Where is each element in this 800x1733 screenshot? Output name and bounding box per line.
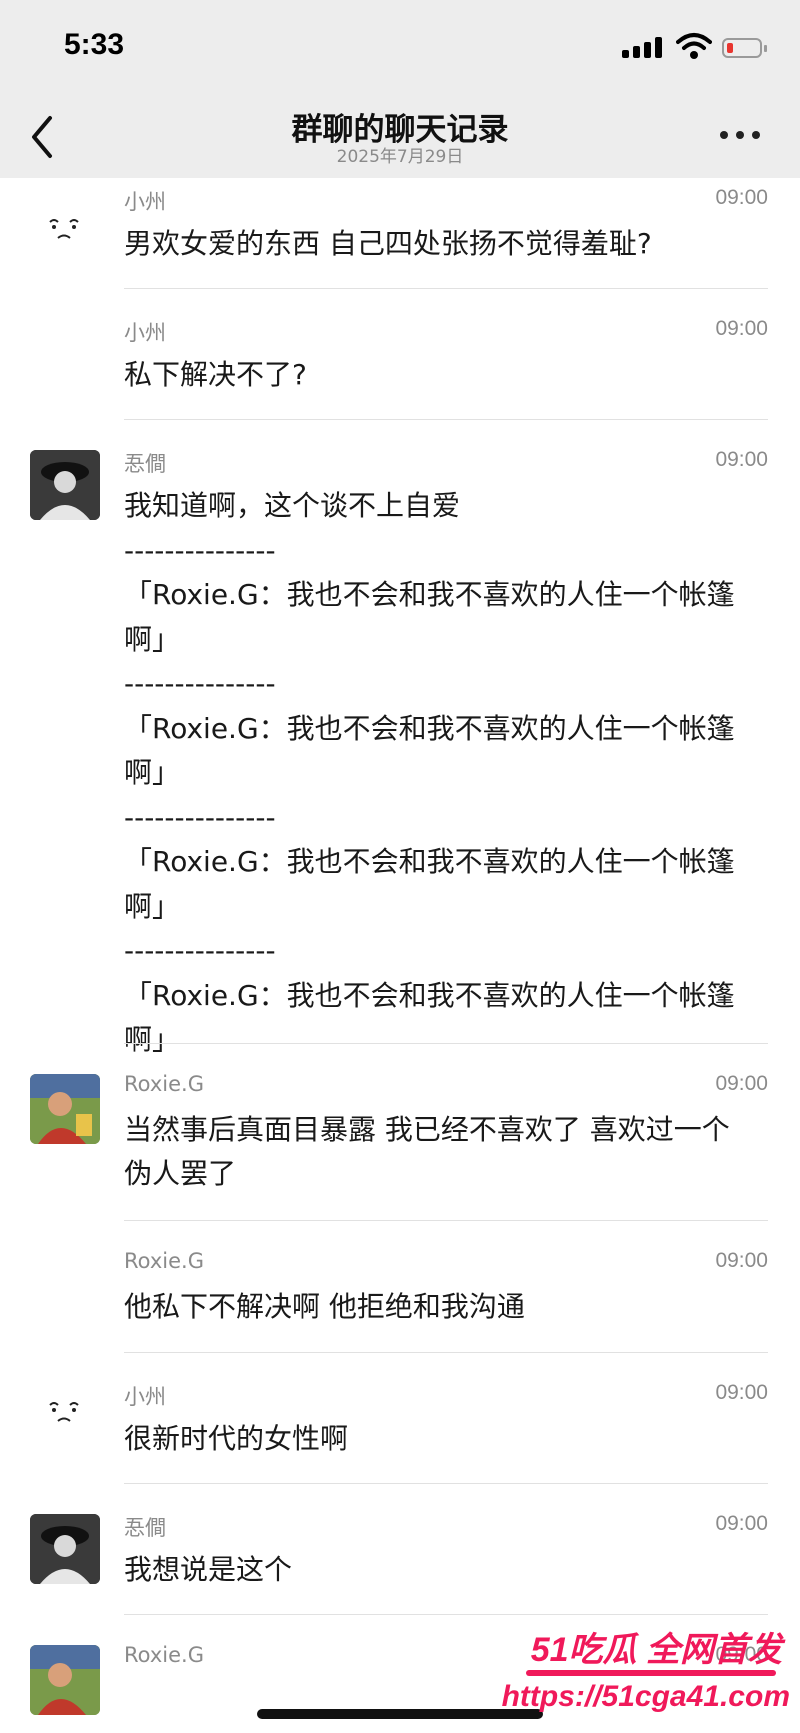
message-item: 忢僴 09:00 我知道啊，这个谈不上自爱 --------------- 「R… — [0, 420, 800, 1056]
message-time: 09:00 — [715, 1512, 768, 1535]
sender-name: 小州 — [124, 1385, 166, 1409]
message-text: 私下解决不了? — [124, 358, 307, 391]
sender-name: 小州 — [124, 321, 166, 345]
message-list[interactable]: 小州 09:00 男欢女爱的东西 自己四处张扬不觉得羞耻? 小州 09:00 私… — [0, 178, 800, 1733]
avatar[interactable] — [30, 450, 100, 520]
sender-name: Roxie.G — [124, 1072, 204, 1096]
message-text: 当然事后真面目暴露 我已经不喜欢了 喜欢过一个伪人罢了 — [124, 1113, 730, 1190]
message-time: 09:00 — [715, 317, 768, 340]
person-photo-icon — [30, 1645, 100, 1715]
face-emoji-icon — [49, 219, 79, 239]
avatar[interactable] — [30, 1383, 100, 1453]
watermark-brand: 51吃瓜 全网首发 — [530, 1631, 782, 1669]
top-bar: 5:33 群聊的聊天记录 2025年7月29日 — [0, 0, 800, 178]
more-dots-icon[interactable] — [720, 128, 764, 142]
message-time: 09:00 — [715, 1381, 768, 1404]
message-item: 小州 09:00 男欢女爱的东西 自己四处张扬不觉得羞耻? — [0, 178, 800, 289]
message-text: 我知道啊，这个谈不上自爱 --------------- 「Roxie.G：我也… — [124, 489, 735, 1056]
message-time: 09:00 — [715, 448, 768, 471]
status-icons — [622, 30, 768, 60]
signal-icon — [622, 36, 672, 58]
watermark-stripe — [526, 1670, 776, 1676]
status-time: 5:33 — [64, 28, 125, 61]
watermark-url: https://51cga41.com — [501, 1680, 790, 1713]
message-item: 小州 09:00 很新时代的女性啊 — [0, 1353, 800, 1484]
message-text: 我想说是这个 — [124, 1553, 293, 1586]
avatar[interactable] — [30, 1645, 100, 1715]
message-time: 09:00 — [715, 186, 768, 209]
message-text: 他私下不解决啊 他拒绝和我沟通 — [124, 1290, 525, 1323]
message-item: Roxie.G 09:00 当然事后真面目暴露 我已经不喜欢了 喜欢过一个伪人罢… — [0, 1044, 800, 1221]
battery-cap — [764, 45, 767, 52]
person-photo-icon — [30, 450, 100, 520]
avatar[interactable] — [30, 1514, 100, 1584]
avatar[interactable] — [30, 1074, 100, 1144]
avatar[interactable] — [30, 200, 100, 270]
page-subtitle-date: 2025年7月29日 — [336, 147, 464, 167]
message-text: 男欢女爱的东西 自己四处张扬不觉得羞耻? — [124, 227, 652, 260]
watermark: 51吃瓜 全网首发 https://51cga41.com — [494, 1618, 794, 1730]
sender-name: 忢僴 — [124, 452, 166, 476]
person-photo-icon — [30, 1074, 100, 1144]
message-item: Roxie.G 09:00 他私下不解决啊 他拒绝和我沟通 — [0, 1221, 800, 1353]
message-time: 09:00 — [715, 1072, 768, 1095]
message-text: 很新时代的女性啊 — [124, 1422, 349, 1455]
sender-name: 忢僴 — [124, 1516, 166, 1540]
sender-name: Roxie.G — [124, 1643, 204, 1667]
person-photo-icon — [30, 1514, 100, 1584]
message-item: 忢僴 09:00 我想说是这个 — [0, 1484, 800, 1615]
battery-icon — [722, 38, 762, 58]
face-emoji-icon — [49, 1402, 79, 1422]
message-item: 小州 09:00 私下解决不了? — [0, 289, 800, 420]
message-time: 09:00 — [715, 1249, 768, 1272]
sender-name: 小州 — [124, 190, 166, 214]
wifi-icon — [676, 33, 712, 59]
sender-name: Roxie.G — [124, 1249, 204, 1273]
